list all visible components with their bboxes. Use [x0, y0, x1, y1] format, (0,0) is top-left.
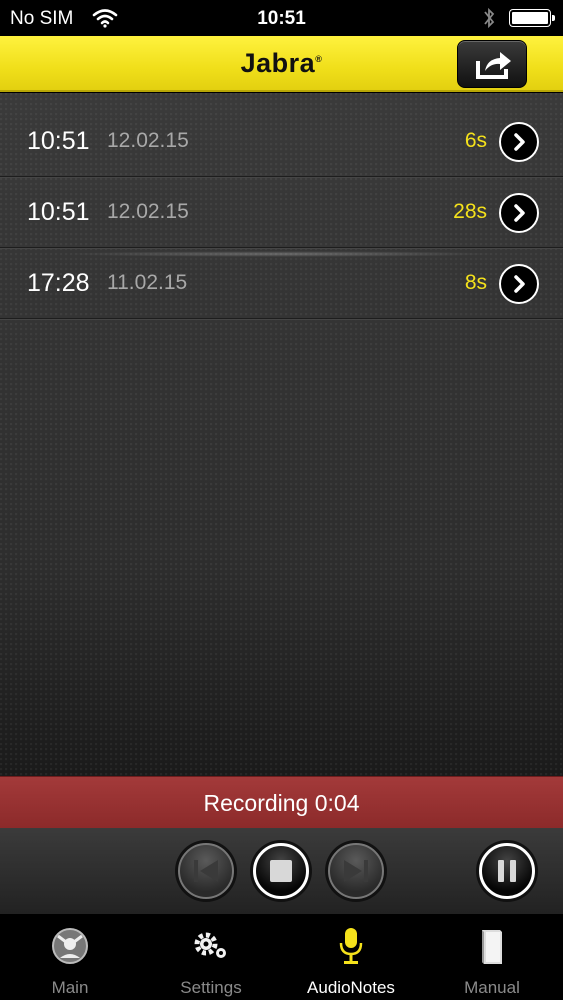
recording-time: 10:51: [27, 198, 90, 226]
status-bar: No SIM 10:51: [0, 0, 563, 36]
recording-date: 12.02.15: [107, 129, 189, 152]
recording-duration: 8s: [464, 271, 487, 294]
next-button[interactable]: [325, 840, 387, 902]
share-button[interactable]: [457, 40, 527, 88]
skip-back-icon: [194, 860, 218, 882]
tab-label: Main: [51, 978, 89, 997]
clock: 10:51: [257, 8, 306, 29]
recording-status-label: Recording 0:04: [203, 790, 360, 816]
stop-icon: [270, 860, 292, 882]
tab-label: Settings: [180, 978, 242, 997]
recording-duration: 28s: [453, 200, 487, 223]
recording-duration: 6s: [464, 129, 487, 152]
share-icon: [476, 52, 511, 79]
tab-audionotes[interactable]: AudioNotes: [281, 914, 421, 1000]
tab-settings[interactable]: Settings: [141, 914, 281, 1000]
recording-row[interactable]: 17:28 11.02.15 8s: [0, 249, 563, 319]
tab-label: AudioNotes: [307, 978, 395, 997]
skip-forward-icon: [344, 860, 368, 882]
battery-icon: [509, 9, 555, 27]
gears-icon: [194, 932, 226, 958]
chevron-right-icon[interactable]: [499, 264, 539, 304]
tab-bar: Main Settings AudioNotes Manual: [0, 914, 563, 1000]
recordings-list: 10:51 12.02.15 6s 10:51 12.02.15 28s 17:…: [0, 93, 563, 776]
recording-status-bar: Recording 0:04: [0, 776, 563, 828]
chevron-right-icon[interactable]: [499, 122, 539, 162]
main-icon: [52, 928, 88, 964]
pause-icon: [498, 860, 516, 882]
recording-date: 11.02.15: [107, 271, 188, 294]
recording-time: 17:28: [27, 269, 90, 297]
pause-button[interactable]: [476, 840, 538, 902]
recording-row[interactable]: 10:51 12.02.15 6s: [0, 107, 563, 177]
app-header: Jabra®: [0, 36, 563, 92]
stop-button[interactable]: [250, 840, 312, 902]
tab-main[interactable]: Main: [0, 914, 140, 1000]
bluetooth-icon: [482, 6, 496, 36]
recording-row[interactable]: 10:51 12.02.15 28s: [0, 178, 563, 248]
recording-time: 10:51: [27, 127, 90, 155]
tab-manual[interactable]: Manual: [422, 914, 562, 1000]
book-icon: [482, 930, 502, 964]
chevron-right-icon[interactable]: [499, 193, 539, 233]
tab-label: Manual: [464, 978, 520, 997]
playback-controls: [0, 828, 563, 914]
microphone-icon: [339, 928, 363, 964]
recording-date: 12.02.15: [107, 200, 189, 223]
previous-button[interactable]: [175, 840, 237, 902]
